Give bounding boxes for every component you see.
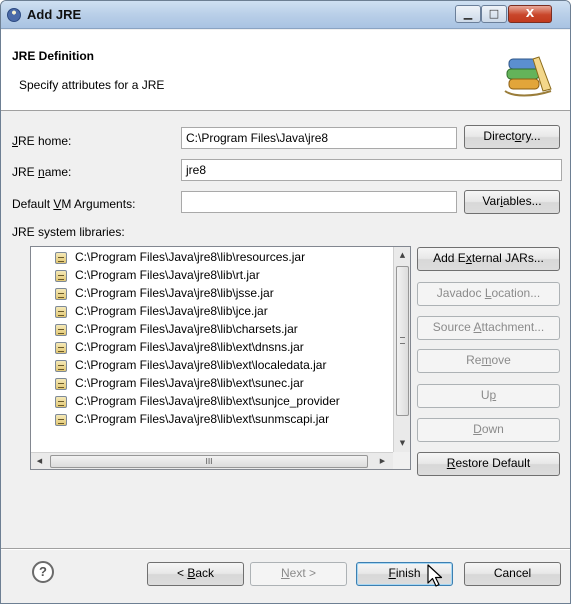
library-item[interactable]: C:\Program Files\Java\jre8\lib\charsets.…: [31, 321, 391, 339]
down-button[interactable]: Down: [417, 418, 560, 442]
horizontal-scroll-thumb[interactable]: III: [50, 455, 368, 468]
directory-button[interactable]: Directory...: [464, 125, 560, 149]
minimize-button[interactable]: ▁: [455, 5, 481, 23]
jar-icon: [55, 306, 67, 318]
javadoc-location-button[interactable]: Javadoc Location...: [417, 282, 560, 306]
maximize-button[interactable]: □: [481, 5, 507, 23]
jar-icon: [55, 288, 67, 300]
cancel-button[interactable]: Cancel: [464, 562, 561, 586]
back-button[interactable]: < Back: [147, 562, 244, 586]
library-list[interactable]: C:\Program Files\Java\jre8\lib\resources…: [30, 246, 411, 470]
library-item[interactable]: C:\Program Files\Java\jre8\lib\rt.jar: [31, 267, 391, 285]
jar-icon: [55, 396, 67, 408]
jar-icon: [55, 360, 67, 372]
jar-icon: [55, 378, 67, 390]
library-item[interactable]: C:\Program Files\Java\jre8\lib\ext\sunms…: [31, 411, 391, 429]
library-item[interactable]: C:\Program Files\Java\jre8\lib\jce.jar: [31, 303, 391, 321]
library-item[interactable]: C:\Program Files\Java\jre8\lib\jsse.jar: [31, 285, 391, 303]
vm-arguments-input[interactable]: [181, 191, 457, 213]
jre-name-label: JRE name:: [12, 165, 72, 179]
eclipse-icon: [7, 8, 21, 22]
close-button[interactable]: X: [508, 5, 552, 23]
vertical-scroll-thumb[interactable]: [396, 266, 409, 416]
add-jre-dialog: Add JRE ▁ □ X JRE Definition Specify att…: [0, 0, 571, 604]
vertical-scrollbar[interactable]: ▲ ▼: [393, 247, 410, 452]
jre-home-label: JRE home:: [12, 134, 72, 148]
add-external-jars-button[interactable]: Add External JARs...: [417, 247, 560, 271]
jre-books-icon: [504, 56, 552, 97]
next-button[interactable]: Next >: [250, 562, 347, 586]
wizard-header: JRE Definition Specify attributes for a …: [1, 30, 570, 111]
footer-separator: [1, 548, 570, 550]
library-item[interactable]: C:\Program Files\Java\jre8\lib\ext\sunec…: [31, 375, 391, 393]
library-item[interactable]: C:\Program Files\Java\jre8\lib\ext\sunjc…: [31, 393, 391, 411]
jar-icon: [55, 414, 67, 426]
jre-system-libraries-label: JRE system libraries:: [12, 225, 125, 239]
header-title: JRE Definition: [12, 49, 95, 63]
library-item[interactable]: C:\Program Files\Java\jre8\lib\ext\local…: [31, 357, 391, 375]
help-icon[interactable]: ?: [32, 561, 54, 583]
jre-name-input[interactable]: jre8: [181, 159, 562, 181]
scroll-down-icon[interactable]: ▼: [394, 435, 410, 452]
mouse-pointer-icon: [427, 564, 443, 587]
scroll-left-icon[interactable]: ◀: [31, 453, 48, 469]
source-attachment-button[interactable]: Source Attachment...: [417, 316, 560, 340]
scroll-right-icon[interactable]: ▶: [374, 453, 391, 469]
header-description: Specify attributes for a JRE: [19, 78, 165, 92]
up-button[interactable]: Up: [417, 384, 560, 408]
jre-home-input[interactable]: C:\Program Files\Java\jre8: [181, 127, 457, 149]
variables-button[interactable]: Variables...: [464, 190, 560, 214]
window-title: Add JRE: [27, 7, 82, 22]
jar-icon: [55, 342, 67, 354]
library-item[interactable]: C:\Program Files\Java\jre8\lib\resources…: [31, 249, 391, 267]
horizontal-scrollbar[interactable]: ◀ III ▶: [31, 452, 393, 469]
scroll-grip-icon: [400, 337, 405, 344]
restore-default-button[interactable]: Restore Default: [417, 452, 560, 476]
library-item[interactable]: C:\Program Files\Java\jre8\lib\ext\dnsns…: [31, 339, 391, 357]
vm-arguments-label: Default VM Arguments:: [12, 197, 136, 211]
remove-button[interactable]: Remove: [417, 349, 560, 373]
scrollbar-corner: [393, 452, 410, 469]
scroll-up-icon[interactable]: ▲: [394, 247, 410, 264]
jar-icon: [55, 252, 67, 264]
jar-icon: [55, 324, 67, 336]
title-bar[interactable]: Add JRE ▁ □ X: [1, 1, 570, 29]
jar-icon: [55, 270, 67, 282]
